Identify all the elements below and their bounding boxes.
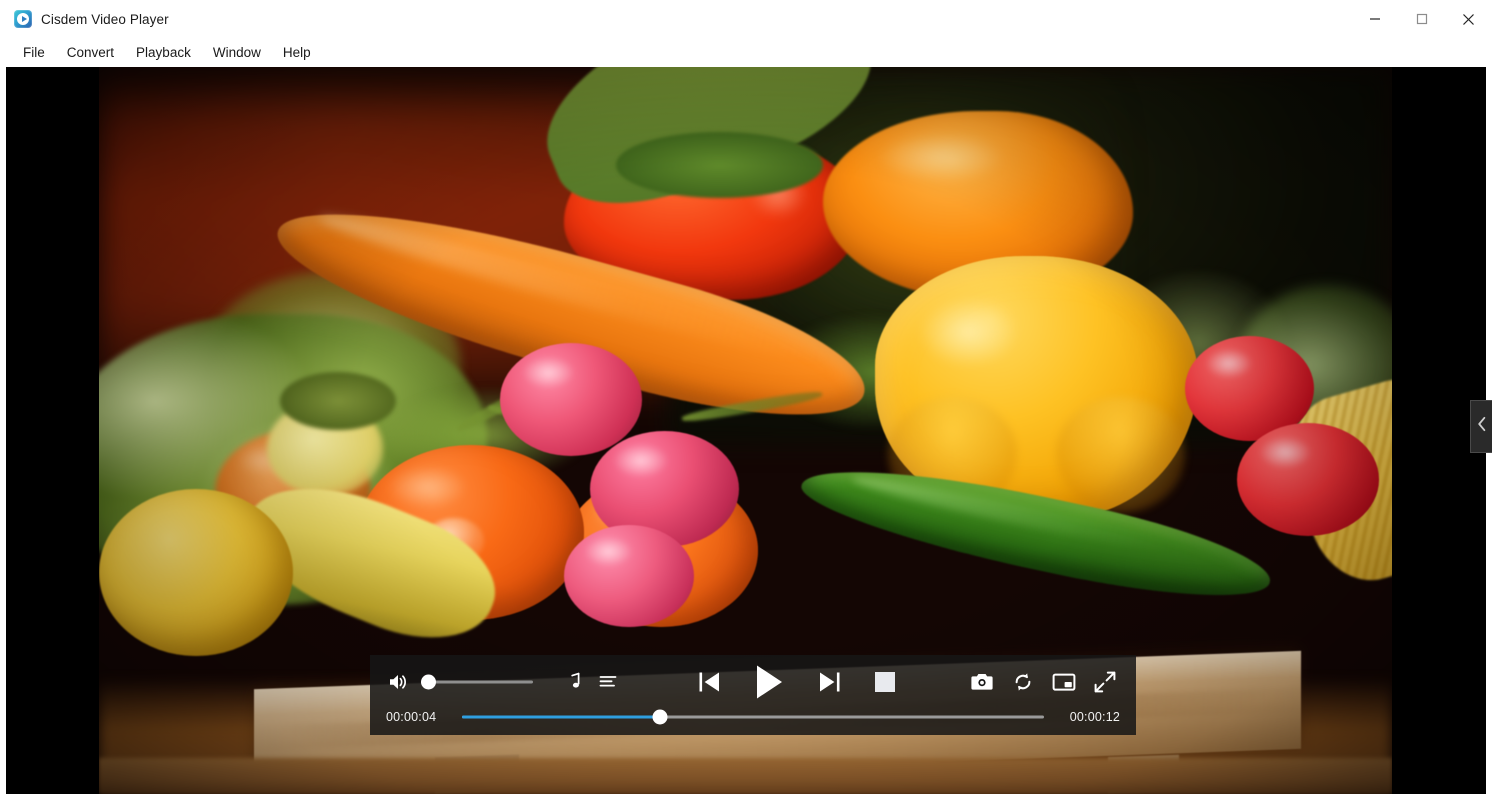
camera-icon[interactable] <box>967 667 997 697</box>
video-stage[interactable]: 00:00:04 00:00:12 <box>6 67 1486 794</box>
table-surface <box>99 757 1392 794</box>
volume-track <box>421 680 533 684</box>
yellow-pepper-stem-base <box>616 132 824 198</box>
radish-lower-center <box>564 525 694 627</box>
radish-upper-center <box>499 343 643 456</box>
volume-slider[interactable] <box>421 674 533 690</box>
music-note-icon[interactable] <box>557 665 591 699</box>
current-time: 00:00:04 <box>386 710 437 724</box>
title-bar: Cisdem Video Player <box>0 0 1492 38</box>
volume-knob[interactable] <box>421 674 437 690</box>
total-time: 00:00:12 <box>1069 710 1120 724</box>
picture-in-picture-icon[interactable] <box>1049 667 1079 697</box>
lemon <box>99 488 293 656</box>
yellow-pepper-highlight <box>920 297 1018 366</box>
menu-item-file[interactable]: File <box>12 42 56 63</box>
timeline-row: 00:00:04 00:00:12 <box>386 704 1120 730</box>
app-title: Cisdem Video Player <box>41 11 169 27</box>
side-panel-toggle[interactable] <box>1470 400 1492 453</box>
video-stage-wrapper: 00:00:04 00:00:12 <box>0 67 1492 800</box>
title-bar-left: Cisdem Video Player <box>0 10 169 28</box>
play-icon[interactable] <box>737 662 801 702</box>
yellow-pepper-lobe-right <box>1055 397 1186 513</box>
menu-item-window[interactable]: Window <box>202 42 272 63</box>
minimize-icon[interactable] <box>1351 0 1398 38</box>
next-track-icon[interactable] <box>801 662 857 702</box>
maximize-icon[interactable] <box>1398 0 1445 38</box>
stop-icon[interactable] <box>857 662 913 702</box>
expand-icon[interactable] <box>1090 667 1120 697</box>
menu-bar: File Convert Playback Window Help <box>0 38 1492 67</box>
previous-track-icon[interactable] <box>681 662 737 702</box>
close-icon[interactable] <box>1445 0 1492 38</box>
menu-item-playback[interactable]: Playback <box>125 42 202 63</box>
volume-icon[interactable] <box>386 669 412 695</box>
player-tools <box>967 667 1120 697</box>
volume-group <box>386 669 533 695</box>
seek-fill <box>462 715 660 719</box>
menu-item-help[interactable]: Help <box>272 42 322 63</box>
player-controls-row <box>386 660 1120 704</box>
player-control-bar: 00:00:04 00:00:12 <box>370 655 1136 735</box>
app-window: Cisdem Video Player File Convert Playbac… <box>0 0 1492 800</box>
chevron-left-icon <box>1477 416 1487 437</box>
window-controls <box>1351 0 1492 38</box>
repeat-icon[interactable] <box>1008 667 1038 697</box>
orange-pepper-highlight <box>878 133 1004 183</box>
play-badge-icon <box>14 10 32 28</box>
subtitle-list-icon[interactable] <box>591 665 625 699</box>
menu-item-convert[interactable]: Convert <box>56 42 125 63</box>
transport-controls <box>681 662 913 702</box>
radish-lower-right <box>1236 423 1380 536</box>
seek-bar[interactable] <box>462 709 1044 725</box>
seek-knob[interactable] <box>652 709 668 725</box>
